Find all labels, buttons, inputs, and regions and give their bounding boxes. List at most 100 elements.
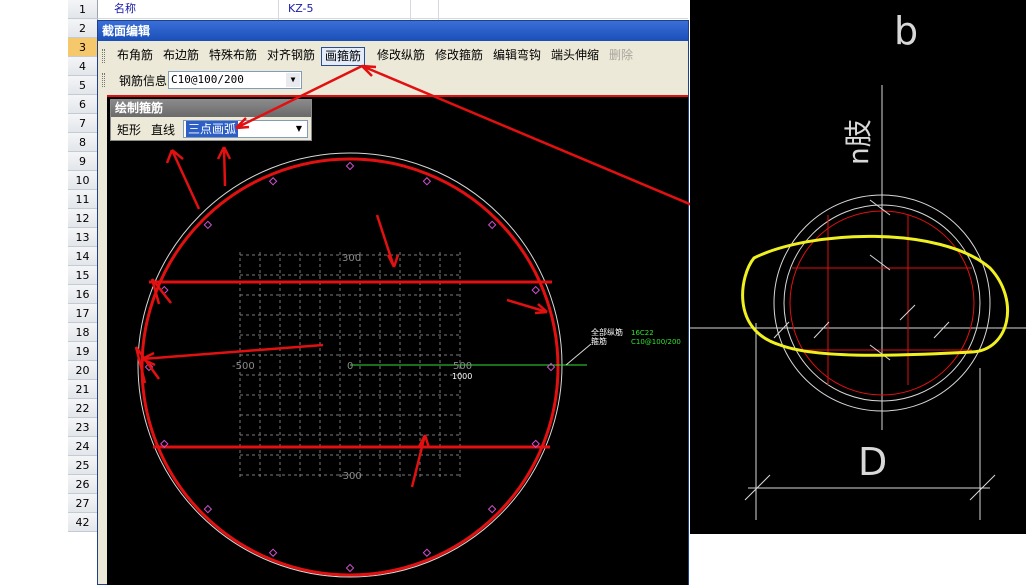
name-label-cell: 名称: [114, 2, 136, 15]
rectangle-tool[interactable]: 矩形: [117, 121, 141, 138]
row-header[interactable]: 2: [68, 19, 98, 38]
leader-line: [565, 343, 592, 366]
name-value-cell[interactable]: KZ-5: [282, 0, 314, 19]
row-header[interactable]: 16: [68, 285, 98, 304]
toolbar-grip[interactable]: [102, 49, 105, 63]
reference-drawing: b n肢 D: [690, 9, 1026, 520]
row-header[interactable]: 12: [68, 209, 98, 228]
annotation-arrow: [506, 298, 548, 315]
row-header[interactable]: 21: [68, 380, 98, 399]
three-point-arc-tool[interactable]: 三点画弧: [186, 121, 239, 137]
edit-stirrup-button[interactable]: 修改箍筋: [432, 47, 486, 66]
row-header[interactable]: 18: [68, 323, 98, 342]
rebar-marker: [268, 177, 278, 186]
arc-tool-select[interactable]: 三点画弧 ▼: [183, 120, 308, 138]
delete-button[interactable]: 删除: [606, 47, 636, 66]
toolbar-grip[interactable]: [102, 73, 105, 87]
rebar-marker: [531, 285, 540, 295]
rebar-marker: [345, 563, 355, 573]
screen: 1 2 3 4 5 6 7 8 9 10 11 12 13 14 15 16 17 18 19 20 21 22 23 24 2…: [0, 0, 1026, 585]
special-rebar-button[interactable]: 特殊布筋: [206, 47, 260, 66]
row-header[interactable]: 6: [68, 95, 98, 114]
label-n-legs: n肢: [842, 119, 875, 165]
row-header[interactable]: 13: [68, 228, 98, 247]
hatch-mark: [869, 199, 891, 216]
legend-value-1: 16C22: [631, 329, 654, 337]
row-header[interactable]: 20: [68, 361, 98, 380]
rebar-info-select[interactable]: C10@100/200 ▼: [168, 71, 302, 89]
palette-title: 绘制箍筋: [111, 100, 311, 117]
annotation-arrow: [165, 149, 201, 210]
edge-rebar-button[interactable]: 布边筋: [160, 47, 202, 66]
row-header[interactable]: 19: [68, 342, 98, 361]
row-header[interactable]: 42: [68, 513, 98, 532]
row-header[interactable]: 8: [68, 133, 98, 152]
label-D: D: [858, 440, 887, 484]
draw-stirrup-palette: 绘制箍筋 矩形 直线 三点画弧 ▼: [110, 99, 312, 141]
row-header[interactable]: 7: [68, 114, 98, 133]
hatch-mark: [813, 321, 830, 339]
hatch-mark: [869, 344, 891, 361]
row-headers: 1 2 3 4 5 6 7 8 9 10 11 12 13 14 15 16 17 18 19 20 21 22 23 24 2…: [68, 0, 98, 532]
chevron-down-icon[interactable]: ▼: [292, 122, 306, 136]
legend-value-2: C10@100/200: [631, 338, 681, 346]
rebar-marker: [422, 548, 432, 557]
tick-minus500: -500: [232, 361, 255, 372]
corner-rebar-button[interactable]: 布角筋: [114, 47, 156, 66]
tick-minus300: -300: [339, 471, 362, 482]
row-header[interactable]: 25: [68, 456, 98, 475]
row-header[interactable]: 23: [68, 418, 98, 437]
rebar-marker: [487, 220, 497, 230]
row-header[interactable]: 17: [68, 304, 98, 323]
line-tool[interactable]: 直线: [151, 121, 175, 138]
row-header[interactable]: 9: [68, 152, 98, 171]
rebar-info-value: C10@100/200: [171, 73, 244, 86]
align-rebar-button[interactable]: 对齐钢筋: [264, 47, 318, 66]
rebar-marker: [487, 504, 497, 514]
tick-0: 0: [347, 361, 353, 372]
rebar-marker: [203, 504, 213, 514]
annotation-arrows: [134, 146, 548, 488]
legend-label-1: 全部纵筋: [591, 327, 623, 337]
tick-500: 500: [453, 361, 472, 372]
grid-cells: 名称 KZ-5: [98, 0, 688, 40]
rebar-info-label: 钢筋信息: [119, 74, 168, 88]
row-header[interactable]: 5: [68, 76, 98, 95]
edit-hook-button[interactable]: 编辑弯钩: [490, 47, 544, 66]
row-header[interactable]: 11: [68, 190, 98, 209]
blank-area: [690, 534, 1026, 585]
hatch-mark: [933, 321, 950, 339]
label-b: b: [894, 9, 918, 53]
edit-longitudinal-button[interactable]: 修改纵筋: [374, 47, 428, 66]
rebar-marker: [422, 177, 432, 186]
row-header[interactable]: 15: [68, 266, 98, 285]
row-header[interactable]: 22: [68, 399, 98, 418]
section-edit-dialog: 截面编辑 布角筋 布边筋 特殊布筋 对齐钢筋 画箍筋 修改纵筋 修改箍筋 编辑弯…: [97, 20, 689, 585]
tick-1000: 1000: [452, 372, 472, 381]
draw-stirrup-button[interactable]: 画箍筋: [321, 47, 366, 66]
toolbar-main: 布角筋 布边筋 特殊布筋 对齐钢筋 画箍筋 修改纵筋 修改箍筋 编辑弯钩 端头伸…: [98, 45, 688, 67]
annotation-arrow: [134, 346, 161, 384]
reference-cad-panel: b n肢 D: [690, 0, 1026, 534]
section-drawing: 300 -300 -500 0 500 1000 全部纵筋 箍筋 16C22 C…: [134, 146, 681, 578]
end-extend-button[interactable]: 端头伸缩: [548, 47, 602, 66]
rebar-marker: [268, 548, 278, 557]
row-header[interactable]: 26: [68, 475, 98, 494]
annotation-arrow: [216, 146, 232, 187]
row-header[interactable]: 14: [68, 247, 98, 266]
row-header[interactable]: 3: [68, 38, 98, 57]
legend-label-2: 箍筋: [591, 336, 607, 346]
rebar-marker: [203, 220, 213, 230]
dialog-title: 截面编辑: [98, 21, 688, 41]
toolbar-rebar-info: 钢筋信息 C10@100/200 ▼: [98, 69, 688, 91]
grid-row-1[interactable]: 名称 KZ-5: [98, 0, 688, 40]
row-header[interactable]: 27: [68, 494, 98, 513]
row-header[interactable]: 4: [68, 57, 98, 76]
drawing-canvas[interactable]: 300 -300 -500 0 500 1000 全部纵筋 箍筋 16C22 C…: [107, 95, 688, 585]
annotation-arrow: [410, 434, 431, 488]
chevron-down-icon[interactable]: ▼: [286, 73, 300, 87]
row-header[interactable]: 10: [68, 171, 98, 190]
tick-300: 300: [342, 253, 361, 264]
row-header[interactable]: 24: [68, 437, 98, 456]
row-header[interactable]: 1: [68, 0, 98, 19]
